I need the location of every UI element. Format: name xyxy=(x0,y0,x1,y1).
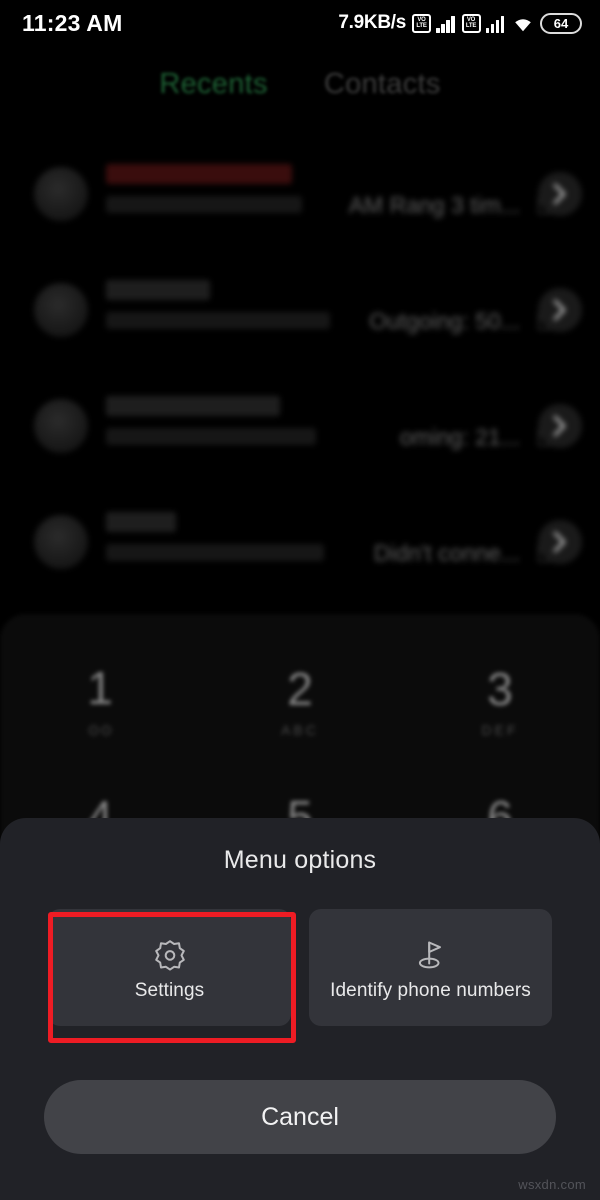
gear-icon xyxy=(153,934,187,976)
avatar xyxy=(34,283,88,337)
call-detail-redacted xyxy=(106,428,316,445)
call-status-label: Didn't conne... xyxy=(373,540,520,566)
voicemail-icon: ⊙⊙ xyxy=(87,722,113,739)
dial-letters-label: ABC xyxy=(281,722,319,738)
cancel-button[interactable]: Cancel xyxy=(44,1080,556,1154)
menu-options-sheet: Menu options Settings Identify phone num… xyxy=(0,818,600,1200)
call-detail-chevron-icon[interactable] xyxy=(538,288,582,332)
tab-recents[interactable]: Recents xyxy=(159,68,268,101)
menu-options-row: Settings Identify phone numbers xyxy=(0,909,600,1026)
wifi-icon xyxy=(511,14,535,33)
identify-phone-numbers-option-label: Identify phone numbers xyxy=(330,979,531,1001)
contact-name-redacted xyxy=(106,164,292,184)
tab-contacts[interactable]: Contacts xyxy=(324,68,441,101)
status-clock: 11:23 AM xyxy=(22,9,123,36)
identify-phone-numbers-option-card[interactable]: Identify phone numbers xyxy=(309,909,552,1026)
call-row-text: AM Rang 3 tim... 1 xyxy=(106,162,574,226)
network-speed-label: 7.9KB/s xyxy=(338,12,406,33)
contact-name-redacted xyxy=(106,280,210,300)
call-status-label: oming: 21... xyxy=(399,424,520,450)
dial-key-3[interactable]: 3 DEF xyxy=(400,638,600,766)
sheet-title: Menu options xyxy=(223,846,377,874)
dial-key-1[interactable]: 1 ⊙⊙ xyxy=(0,638,200,766)
volte-sim2-icon: VO LTE xyxy=(461,13,481,33)
call-row-text: Outgoing: 50... 1 xyxy=(106,278,574,342)
avatar xyxy=(34,399,88,453)
call-status-label: AM Rang 3 tim... xyxy=(348,192,520,218)
avatar xyxy=(34,167,88,221)
battery-icon: 64 xyxy=(540,12,582,34)
call-detail-redacted xyxy=(106,312,330,329)
settings-option-label: Settings xyxy=(134,979,205,1001)
signal-bars-sim2-icon xyxy=(485,14,504,33)
table-row[interactable]: oming: 21... 1 xyxy=(0,368,600,484)
dial-key-2[interactable]: 2 ABC xyxy=(200,638,400,766)
contact-name-redacted xyxy=(106,396,280,416)
table-row[interactable]: Outgoing: 50... 1 xyxy=(0,252,600,368)
tab-bar: Recents Contacts xyxy=(0,58,600,110)
phone-screen: 11:23 AM 7.9KB/s VO LTE VO LTE 64 Recent… xyxy=(0,0,600,1200)
call-detail-redacted xyxy=(106,196,302,213)
volte-sim1-bottom: LTE xyxy=(416,23,427,29)
status-bar: 11:23 AM 7.9KB/s VO LTE VO LTE 64 xyxy=(0,0,600,46)
status-icons: 7.9KB/s VO LTE VO LTE 64 xyxy=(338,12,582,34)
dial-digit-label: 1 xyxy=(87,662,113,714)
call-detail-chevron-icon[interactable] xyxy=(538,520,582,564)
dial-letters-label: DEF xyxy=(481,722,519,738)
volte-sim2-bottom: LTE xyxy=(465,23,477,29)
watermark: wsxdn.com xyxy=(518,1177,586,1192)
volte-sim1-icon: VO LTE xyxy=(412,13,431,33)
call-row-text: Didn't conne... 1 xyxy=(106,510,574,574)
recent-calls-list: AM Rang 3 tim... 1 Outgoing: 50... 1 xyxy=(0,136,600,616)
call-detail-chevron-icon[interactable] xyxy=(538,172,582,216)
avatar xyxy=(34,515,88,569)
table-row[interactable]: AM Rang 3 tim... 1 xyxy=(0,136,600,252)
contact-name-redacted xyxy=(106,512,176,532)
call-status-label: Outgoing: 50... xyxy=(369,308,520,334)
dial-digit-label: 3 xyxy=(487,663,513,715)
signal-bars-sim1-icon xyxy=(436,14,455,33)
call-detail-redacted xyxy=(106,544,324,561)
dial-digit-label: 2 xyxy=(287,663,313,715)
call-detail-chevron-icon[interactable] xyxy=(538,404,582,448)
table-row[interactable]: Didn't conne... 1 xyxy=(0,484,600,600)
battery-level-label: 64 xyxy=(553,15,569,31)
call-row-text: oming: 21... 1 xyxy=(106,394,574,458)
flag-pin-icon xyxy=(414,934,448,976)
settings-option-card[interactable]: Settings xyxy=(48,909,291,1026)
